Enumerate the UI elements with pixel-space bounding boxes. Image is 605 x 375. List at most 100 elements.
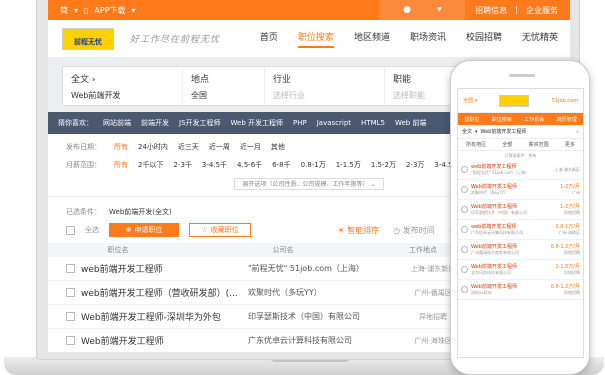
mobile-job-location: 广州-海珠区	[558, 230, 580, 235]
row-checkbox[interactable]	[66, 288, 75, 297]
enterprise-service-link[interactable]: 企业服务	[526, 5, 558, 16]
hot-search-item[interactable]: HTML5	[361, 119, 385, 127]
filter-option[interactable]: 6-8千	[272, 160, 290, 170]
filter-option[interactable]: 0.8-1万	[301, 160, 326, 170]
filter-option[interactable]: 2千以下	[138, 160, 163, 170]
hot-search-item[interactable]: 网站前端	[103, 118, 131, 128]
pub-time-button[interactable]: ◷ 发布时间	[393, 225, 435, 236]
condition-chip[interactable]: Web前端开发(全文)	[109, 207, 172, 217]
company-cell[interactable]: 广东优卓云计算科技有限公司	[248, 335, 398, 346]
mobile-job-item[interactable]: Web前端开发工程师 欢聚时代（多玩YY） 1-2万/月 广州	[458, 180, 583, 200]
row-checkbox[interactable]	[66, 312, 75, 321]
job-radio[interactable]	[461, 246, 468, 253]
search-icon[interactable]: ⌕	[576, 129, 579, 135]
hot-search-item[interactable]: Javascript	[317, 119, 351, 127]
user-menu[interactable]: ● ▾	[379, 0, 466, 20]
nav-item[interactable]: 地区频道	[354, 30, 390, 48]
mobile-tab[interactable]: 工作机会	[524, 116, 544, 123]
hot-search-item[interactable]: Web 前端	[395, 118, 427, 128]
menu-label[interactable]: 简	[60, 5, 68, 16]
mobile-filter-tab[interactable]: 全部	[502, 141, 512, 148]
expand-options-button[interactable]: 展开选项（公司性质、公司规模、工作年限等） ⌄	[234, 178, 384, 190]
mobile-job-item[interactable]: web前端开发工程师 "前程无忧" 51job.com（上海） 上海-浦东新区	[458, 160, 583, 180]
recruit-info-link[interactable]: 招聘信息	[475, 5, 507, 16]
apply-button[interactable]: ⊕ 申请职位	[109, 223, 179, 237]
location-value: 全国	[191, 91, 207, 100]
filter-option[interactable]: 1-1.5万	[336, 160, 361, 170]
logo[interactable]: 前程无忧	[62, 27, 114, 50]
job-radio[interactable]	[461, 166, 468, 173]
hot-search-item[interactable]: Web 开发工程师	[231, 118, 284, 128]
filter-option[interactable]: 近一月	[240, 142, 261, 152]
filter-option[interactable]: 所有	[114, 142, 128, 152]
mobile-job-company: "前程无忧" 51job.com（上海）	[471, 170, 529, 175]
mobile-filter-tab[interactable]: 所有地区	[466, 141, 486, 148]
row-checkbox[interactable]	[66, 336, 75, 345]
fulltext-field[interactable]: 全文 › Web前端开发	[63, 67, 183, 105]
nav-item[interactable]: 校园招聘	[466, 30, 502, 48]
location-field[interactable]: 地点 全国	[183, 67, 265, 105]
mobile-job-item[interactable]: Web前端开发工程师 北京讯加科技有限公司 1-1.5万/月 异地招聘	[458, 260, 583, 280]
mobile-tab[interactable]: 找职位	[464, 116, 479, 123]
hot-search-item[interactable]: 前端开发	[141, 118, 169, 128]
filter-option[interactable]: 2-3万	[406, 160, 424, 170]
mobile-job-title[interactable]: Web前端开发工程师	[471, 203, 557, 210]
filter-option[interactable]: 近一周	[209, 142, 230, 152]
mobile-search[interactable]: 全文 ▾ Web前端开发工程师 ⌕	[458, 125, 583, 139]
hot-search-item[interactable]: PHP	[293, 119, 307, 127]
job-radio[interactable]	[461, 286, 468, 293]
mobile-job-meta: 1-2万/月 广州	[560, 183, 580, 196]
nav-item[interactable]: 无忧精英	[522, 30, 558, 48]
mobile-job-item[interactable]: web前端开发工程师 广东优卓云计算科技有限公司 0.8-1万/月 广州-海珠区	[458, 220, 583, 240]
company-cell[interactable]: "前程无忧" 51job.com（上海）	[248, 263, 398, 274]
filter-option[interactable]: 其他	[271, 142, 285, 152]
filter-option[interactable]: 近三天	[178, 142, 199, 152]
filter-option[interactable]: 4.5-6千	[237, 160, 262, 170]
job-title-link[interactable]: web前端开发工程师	[81, 262, 163, 275]
mobile-job-item[interactable]: Web前端开发工程师 印孚瑟斯技术（中国）有限公司 1-2万/月 异地招聘	[458, 200, 583, 220]
nav-item[interactable]: 首页	[260, 30, 278, 48]
mobile-filter-tab[interactable]: 更多	[565, 141, 575, 148]
mobile-filter-tab[interactable]: 薪资范围	[529, 141, 549, 148]
mobile-tab[interactable]: 职位搜索	[492, 116, 512, 123]
job-title-link[interactable]: Web前端开发工程师-深圳华为外包	[81, 310, 221, 323]
mobile-job-title[interactable]: Web前端开发工程师	[471, 243, 548, 250]
nav-item[interactable]: 职位搜索	[297, 30, 334, 48]
hot-search-item[interactable]: JS开发工程师	[179, 118, 221, 128]
mobile-job-item[interactable]: Web前端开发工程师 广州嘉瑞电子商务有限公司 0.8-1.2万/月 异地招聘	[458, 240, 583, 260]
mobile-location[interactable]: 全国 ▾	[463, 97, 477, 104]
mobile-search-text[interactable]: Web前端开发工程师	[481, 128, 527, 135]
nav-item[interactable]: 职场资讯	[410, 30, 446, 48]
company-cell[interactable]: 印孚瑟斯技术（中国）有限公司	[248, 311, 398, 322]
job-radio[interactable]	[461, 266, 468, 273]
mobile-job-title[interactable]: Web前端开发工程师	[471, 263, 552, 270]
company-cell[interactable]: 欢聚时代（多玩YY）	[248, 287, 398, 298]
job-title-link[interactable]: Web前端开发工程师	[81, 334, 164, 347]
job-radio[interactable]	[461, 226, 468, 233]
job-title-link[interactable]: web前端开发工程师（营收研发部）(...	[81, 286, 238, 299]
mobile-job-title[interactable]: Web前端开发工程师	[471, 283, 548, 290]
filter-option[interactable]: 2-3千	[173, 160, 191, 170]
filter-option[interactable]: 所有	[114, 160, 128, 170]
mobile-search-type[interactable]: 全文	[462, 128, 472, 135]
job-radio[interactable]	[461, 206, 468, 213]
keyword-input[interactable]: Web前端开发	[71, 90, 174, 101]
filter-option[interactable]: 24小时内	[138, 142, 168, 152]
job-radio[interactable]	[461, 186, 468, 193]
mobile-job-title[interactable]: Web前端开发工程师	[471, 183, 557, 190]
mobile-tab[interactable]: 简历管理	[557, 116, 577, 123]
filter-option[interactable]: 1.5-2万	[371, 160, 396, 170]
mobile-job-company: 欢聚时代（多玩YY）	[471, 190, 508, 195]
app-download-link[interactable]: APP下载	[94, 5, 125, 16]
smart-sort-button[interactable]: ☀ 智能排序	[338, 225, 380, 236]
mobile-job-meta: 0.8-1万/月 广州-海珠区	[555, 223, 580, 236]
job-title-cell: web前端开发工程师	[48, 262, 248, 275]
mobile-job-title[interactable]: web前端开发工程师	[471, 223, 552, 230]
select-all-checkbox[interactable]	[66, 225, 75, 235]
industry-field[interactable]: 行业 选择行业	[265, 67, 385, 105]
filter-option[interactable]: 3-4.5千	[202, 160, 227, 170]
row-checkbox[interactable]	[66, 264, 75, 273]
mobile-job-title[interactable]: web前端开发工程师	[471, 163, 552, 170]
favorite-button[interactable]: ☆ 收藏职位	[189, 223, 251, 237]
mobile-job-item[interactable]: Web前端开发工程师 深圳xx科技 0.8-1.2万/月 异地招聘	[458, 280, 583, 300]
